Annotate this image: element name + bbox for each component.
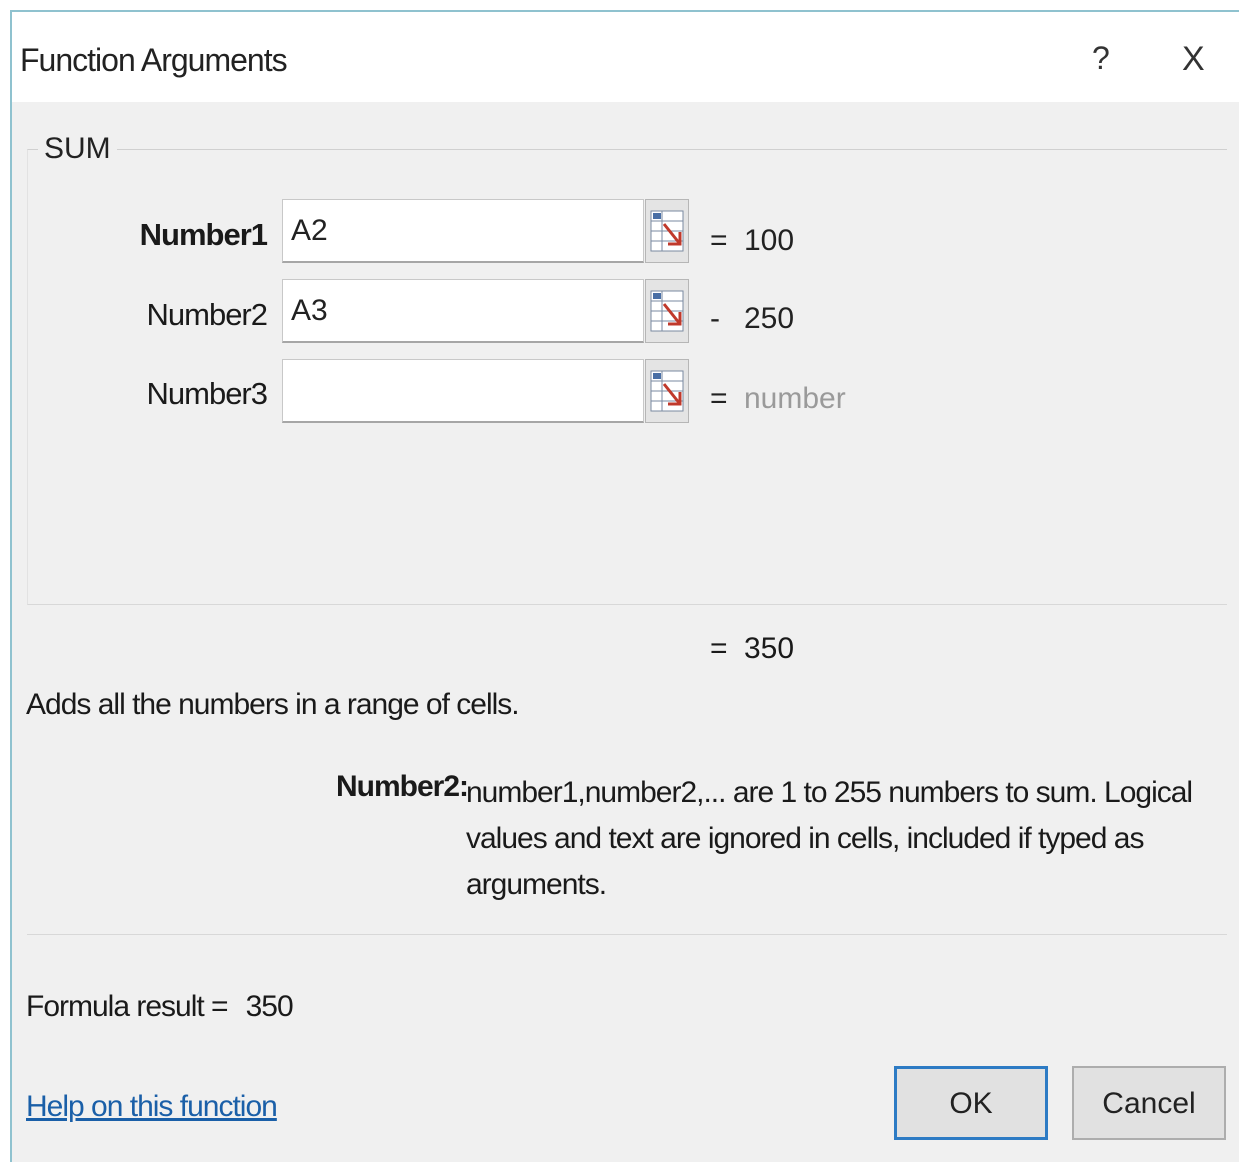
number2-input[interactable] [282,279,644,343]
dialog-title: Function Arguments [20,42,288,78]
collapse-dialog-icon [650,370,684,412]
argument-help-text: number1,number2,... are 1 to 255 numbers… [466,776,1193,901]
collapse-dialog-icon [650,290,684,332]
formula-result: Formula result = 350 [26,990,294,1024]
number1-value: 100 [744,224,795,257]
number3-label: Number3 [146,376,269,411]
function-result-value: 350 [744,632,795,665]
number1-equals: = [710,224,728,257]
function-arguments-dialog: Function Arguments ? X SUM Number1 = 100… [10,10,1239,1162]
argument-help-name: Number2: [336,770,469,803]
number3-equals: = [710,382,728,415]
number2-equals: - [710,302,720,335]
formula-result-label: Formula result = [26,990,229,1023]
help-on-function-link[interactable]: Help on this function [26,1090,278,1124]
formula-result-value: 350 [245,990,294,1023]
divider [27,934,1227,935]
function-result-equals: = [710,632,728,665]
number1-label: Number1 [139,217,268,252]
help-button[interactable]: ? [1092,40,1110,77]
close-button[interactable]: X [1182,40,1205,79]
number2-ref-button[interactable] [645,279,689,343]
number1-input[interactable] [282,199,644,263]
number1-ref-button[interactable] [645,199,689,263]
number3-ref-button[interactable] [645,359,689,423]
number2-value: 250 [744,302,795,335]
title-bar: Function Arguments ? X [12,12,1239,102]
cancel-button[interactable]: Cancel [1072,1066,1226,1140]
ok-button[interactable]: OK [894,1066,1048,1140]
collapse-dialog-icon [650,210,684,252]
number3-value: number [744,382,846,415]
number2-label: Number2 [146,297,269,332]
function-description: Adds all the numbers in a range of cells… [26,688,520,721]
number3-input[interactable] [282,359,644,423]
function-name: SUM [38,132,117,166]
